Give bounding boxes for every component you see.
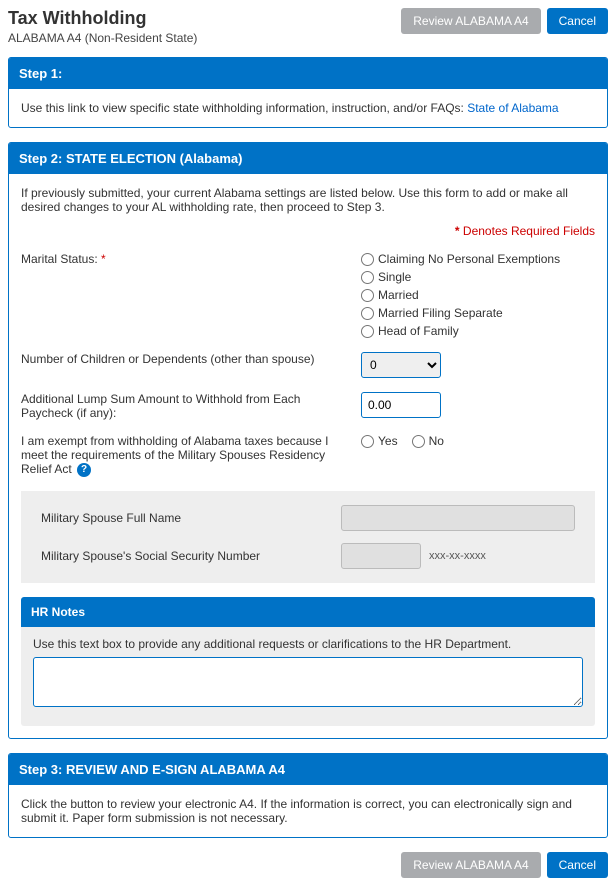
step1-text: Use this link to view specific state wit… — [21, 101, 467, 115]
dependents-label: Number of Children or Dependents (other … — [21, 352, 361, 366]
required-note: * Denotes Required Fields — [21, 224, 595, 238]
hr-notes-header: HR Notes — [21, 597, 595, 627]
step1-panel: Step 1: Use this link to view specific s… — [8, 57, 608, 128]
marital-option-hof[interactable]: Head of Family — [361, 324, 595, 338]
step3-text: Click the button to review your electron… — [21, 797, 595, 825]
exempt-no[interactable]: No — [412, 434, 444, 448]
spouse-ssn-input[interactable] — [341, 543, 421, 569]
cancel-button-top[interactable]: Cancel — [547, 8, 608, 34]
dependents-select[interactable]: 0 — [361, 352, 441, 378]
marital-option-married[interactable]: Married — [361, 288, 595, 302]
page-subtitle: ALABAMA A4 (Non-Resident State) — [8, 31, 197, 45]
marital-option-single[interactable]: Single — [361, 270, 595, 284]
step2-intro: If previously submitted, your current Al… — [21, 186, 595, 214]
spouse-name-label: Military Spouse Full Name — [41, 511, 341, 525]
ssn-mask: xxx-xx-xxxx — [429, 550, 486, 562]
exempt-yes[interactable]: Yes — [361, 434, 398, 448]
military-spouse-box: Military Spouse Full Name Military Spous… — [21, 491, 595, 583]
help-icon[interactable]: ? — [77, 463, 91, 477]
review-button-top[interactable]: Review ALABAMA A4 — [401, 8, 540, 34]
hr-notes-textarea[interactable] — [33, 657, 583, 707]
hr-notes-panel: HR Notes Use this text box to provide an… — [21, 597, 595, 726]
lumpsum-input[interactable] — [361, 392, 441, 418]
spouse-ssn-label: Military Spouse's Social Security Number — [41, 549, 341, 563]
lumpsum-label: Additional Lump Sum Amount to Withhold f… — [21, 392, 361, 420]
marital-status-label: Marital Status: * — [21, 252, 361, 266]
marital-option-mfs[interactable]: Married Filing Separate — [361, 306, 595, 320]
step3-panel: Step 3: REVIEW AND E-SIGN ALABAMA A4 Cli… — [8, 753, 608, 838]
spouse-name-input[interactable] — [341, 505, 575, 531]
marital-option-none[interactable]: Claiming No Personal Exemptions — [361, 252, 595, 266]
step3-header: Step 3: REVIEW AND E-SIGN ALABAMA A4 — [9, 754, 607, 785]
cancel-button-bottom[interactable]: Cancel — [547, 852, 608, 878]
step2-header: Step 2: STATE ELECTION (Alabama) — [9, 143, 607, 174]
exempt-label: I am exempt from withholding of Alabama … — [21, 434, 361, 477]
hr-notes-text: Use this text box to provide any additio… — [33, 637, 583, 651]
step1-header: Step 1: — [9, 58, 607, 89]
state-of-alabama-link[interactable]: State of Alabama — [467, 101, 558, 115]
step2-panel: Step 2: STATE ELECTION (Alabama) If prev… — [8, 142, 608, 739]
page-title: Tax Withholding — [8, 8, 197, 29]
review-button-bottom[interactable]: Review ALABAMA A4 — [401, 852, 540, 878]
